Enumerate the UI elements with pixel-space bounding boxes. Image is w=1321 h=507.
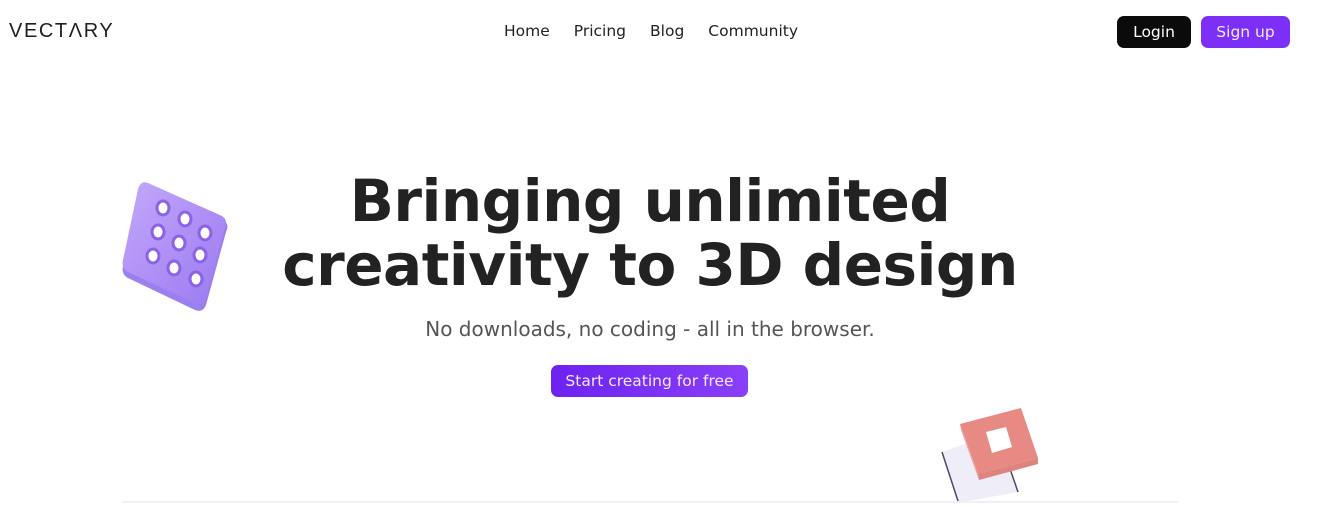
nav-blog[interactable]: Blog <box>650 22 684 40</box>
main-nav: Home Pricing Blog Community <box>504 22 798 40</box>
vectary-logo[interactable]: VECTΛRY <box>9 20 114 43</box>
hero-title: Bringing unlimited creativity to 3D desi… <box>0 169 1300 297</box>
signup-button[interactable]: Sign up <box>1201 16 1290 48</box>
hero-title-line1: Bringing unlimited <box>349 166 951 235</box>
nav-home[interactable]: Home <box>504 22 550 40</box>
nav-pricing[interactable]: Pricing <box>574 22 626 40</box>
login-button[interactable]: Login <box>1117 16 1191 48</box>
start-creating-button[interactable]: Start creating for free <box>551 365 748 397</box>
hero-subtitle: No downloads, no coding - all in the bro… <box>425 317 875 341</box>
hero-title-line2: creativity to 3D design <box>282 230 1018 299</box>
nav-community[interactable]: Community <box>708 22 798 40</box>
coral-square-frame-3d-icon <box>936 404 1046 507</box>
